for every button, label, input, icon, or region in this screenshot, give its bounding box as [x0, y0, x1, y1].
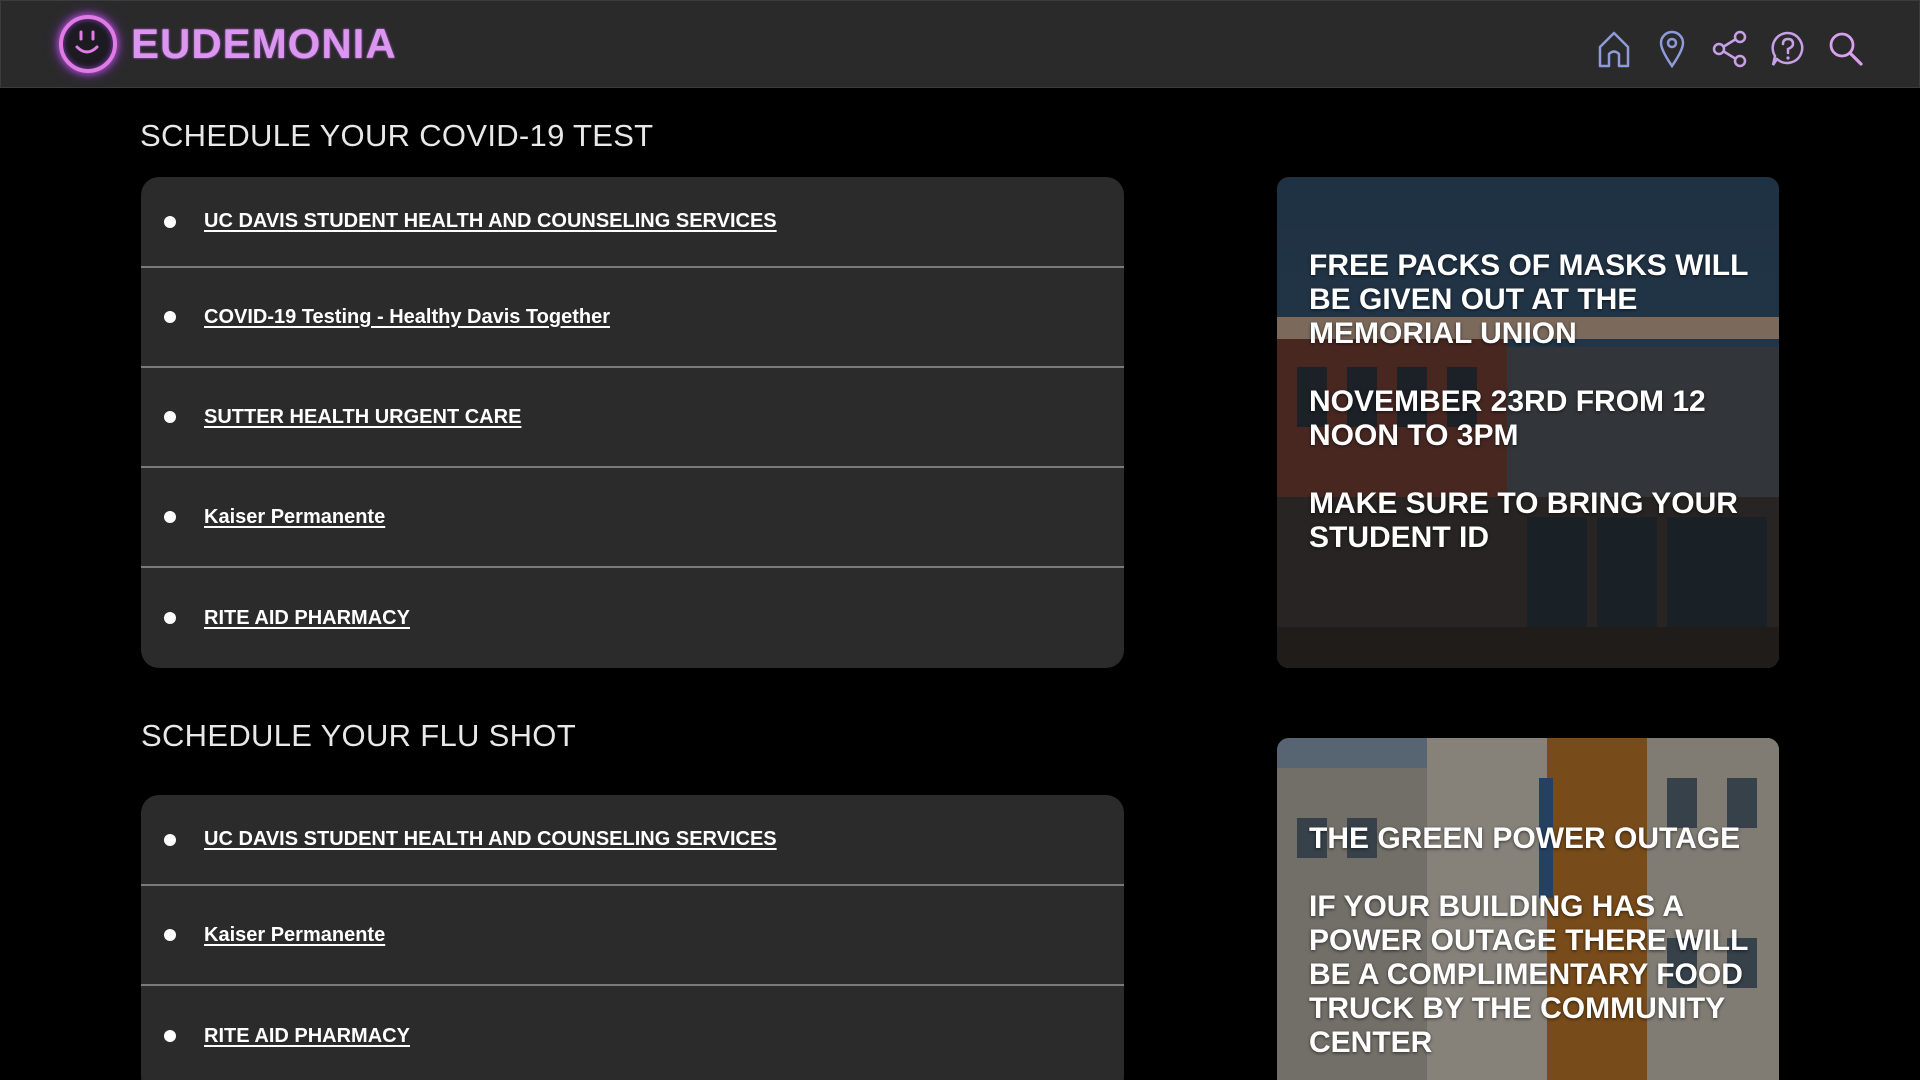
- announcement-note: IF YOUR BUILDING HAS A POWER OUTAGE THER…: [1309, 890, 1748, 1059]
- flu-link-ucdavis-shcs[interactable]: UC DAVIS STUDENT HEALTH AND COUNSELING S…: [204, 828, 777, 851]
- announcement-headline: FREE PACKS OF MASKS WILL BE GIVEN OUT AT…: [1309, 249, 1748, 350]
- location-pin-icon[interactable]: [1643, 27, 1701, 71]
- nav-icons: [1585, 27, 1875, 71]
- masks-announcement-text: FREE PACKS OF MASKS WILL BE GIVEN OUT AT…: [1309, 249, 1759, 589]
- flu-link-rite-aid[interactable]: RITE AID PHARMACY: [204, 1025, 410, 1048]
- brand[interactable]: EUDEMONIA: [59, 15, 397, 73]
- bullet-icon: [164, 833, 176, 846]
- list-item: Kaiser Permanente: [141, 886, 1124, 986]
- top-navigation-bar: EUDEMONIA: [0, 0, 1920, 88]
- announcement-date: NOVEMBER 23RD FROM 12 NOON TO 3PM: [1309, 385, 1706, 452]
- announcement-note: MAKE SURE TO BRING YOUR STUDENT ID: [1309, 487, 1738, 554]
- bullet-icon: [164, 511, 176, 523]
- list-item: COVID-19 Testing - Healthy Davis Togethe…: [141, 268, 1124, 368]
- bullet-icon: [164, 411, 176, 423]
- covid-section-title: SCHEDULE YOUR COVID-19 TEST: [140, 118, 654, 153]
- share-icon[interactable]: [1701, 27, 1759, 71]
- bullet-icon: [164, 612, 176, 624]
- list-item: UC DAVIS STUDENT HEALTH AND COUNSELING S…: [141, 795, 1124, 886]
- flu-shot-list: UC DAVIS STUDENT HEALTH AND COUNSELING S…: [141, 795, 1124, 1080]
- covid-link-rite-aid[interactable]: RITE AID PHARMACY: [204, 607, 410, 630]
- list-item: SUTTER HEALTH URGENT CARE: [141, 368, 1124, 468]
- smiley-logo-icon: [59, 15, 117, 73]
- power-outage-announcement-card: THE GREEN POWER OUTAGE IF YOUR BUILDING …: [1277, 738, 1779, 1080]
- flu-section-title: SCHEDULE YOUR FLU SHOT: [141, 718, 576, 753]
- list-item: RITE AID PHARMACY: [141, 986, 1124, 1080]
- brand-name: EUDEMONIA: [131, 20, 397, 67]
- bullet-icon: [164, 1030, 176, 1042]
- bullet-icon: [164, 311, 176, 323]
- covid-link-sutter-health[interactable]: SUTTER HEALTH URGENT CARE: [204, 406, 521, 429]
- flu-link-kaiser[interactable]: Kaiser Permanente: [204, 924, 385, 947]
- home-icon[interactable]: [1585, 27, 1643, 71]
- covid-test-list: UC DAVIS STUDENT HEALTH AND COUNSELING S…: [141, 177, 1124, 668]
- bullet-icon: [164, 215, 176, 228]
- covid-link-healthy-davis[interactable]: COVID-19 Testing - Healthy Davis Togethe…: [204, 306, 610, 329]
- help-icon[interactable]: [1759, 27, 1817, 71]
- bullet-icon: [164, 929, 176, 941]
- list-item: Kaiser Permanente: [141, 468, 1124, 568]
- list-item: UC DAVIS STUDENT HEALTH AND COUNSELING S…: [141, 177, 1124, 268]
- masks-announcement-card: FREE PACKS OF MASKS WILL BE GIVEN OUT AT…: [1277, 177, 1779, 668]
- power-outage-text: THE GREEN POWER OUTAGE IF YOUR BUILDING …: [1309, 822, 1759, 1080]
- search-icon[interactable]: [1817, 27, 1875, 71]
- list-item: RITE AID PHARMACY: [141, 568, 1124, 668]
- covid-link-kaiser[interactable]: Kaiser Permanente: [204, 506, 385, 529]
- covid-link-ucdavis-shcs[interactable]: UC DAVIS STUDENT HEALTH AND COUNSELING S…: [204, 210, 777, 233]
- announcement-headline: THE GREEN POWER OUTAGE: [1309, 822, 1741, 855]
